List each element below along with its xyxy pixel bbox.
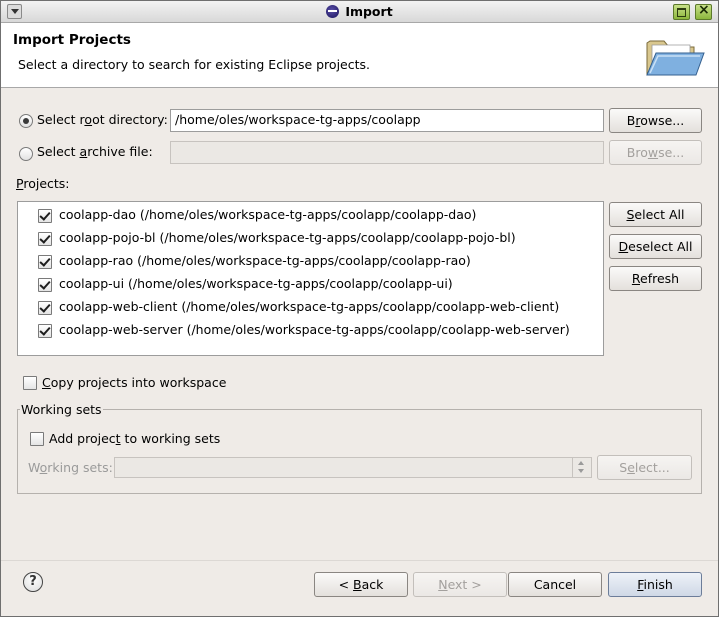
footer-separator — [1, 560, 718, 561]
root-directory-radio[interactable] — [19, 114, 33, 128]
working-sets-combo[interactable] — [114, 457, 592, 478]
select-working-sets-button[interactable]: Select... — [597, 455, 692, 480]
browse-root-button[interactable]: Browse... — [609, 108, 702, 133]
deselect-all-button[interactable]: Deselect All — [609, 234, 702, 259]
working-sets-group-title: Working sets — [20, 402, 103, 417]
project-checkbox[interactable] — [38, 255, 52, 269]
select-all-button[interactable]: Select All — [609, 202, 702, 227]
projects-list[interactable]: coolapp-dao (/home/oles/workspace-tg-app… — [17, 201, 604, 356]
maximize-button[interactable] — [673, 4, 690, 20]
title-bar: Import — [1, 1, 718, 23]
window-title: Import — [1, 4, 718, 19]
wizard-banner: Import Projects Select a directory to se… — [1, 23, 718, 88]
cancel-button[interactable]: Cancel — [508, 572, 602, 597]
project-checkbox[interactable] — [38, 278, 52, 292]
project-checkbox[interactable] — [38, 209, 52, 223]
browse-archive-button[interactable]: Browse... — [609, 140, 702, 165]
archive-file-input[interactable] — [170, 141, 604, 164]
spinner-arrows-icon[interactable] — [572, 458, 591, 477]
copy-projects-checkbox[interactable] — [23, 376, 37, 390]
eclipse-icon — [326, 5, 340, 18]
root-directory-label: Select root directory: — [37, 112, 168, 127]
add-to-working-sets-label: Add project to working sets — [49, 431, 221, 446]
folder-open-icon — [646, 40, 705, 76]
archive-file-radio[interactable] — [19, 147, 33, 161]
next-button[interactable]: Next > — [413, 572, 507, 597]
back-button[interactable]: < Back — [314, 572, 408, 597]
close-button[interactable] — [695, 2, 712, 20]
finish-button[interactable]: Finish — [608, 572, 702, 597]
page-description: Select a directory to search for existin… — [18, 57, 370, 72]
refresh-button[interactable]: Refresh — [609, 266, 702, 291]
copy-projects-label: Copy projects into workspace — [42, 375, 227, 390]
help-icon[interactable]: ? — [23, 572, 43, 592]
working-sets-field-label: Working sets: — [28, 460, 113, 475]
page-title: Import Projects — [13, 32, 131, 48]
root-directory-input[interactable]: /home/oles/workspace-tg-apps/coolapp — [170, 109, 604, 132]
projects-label: Projects: — [16, 176, 70, 191]
add-to-working-sets-checkbox[interactable] — [30, 432, 44, 446]
project-checkbox[interactable] — [38, 324, 52, 338]
project-checkbox[interactable] — [38, 232, 52, 246]
working-sets-group — [17, 409, 702, 494]
project-checkbox[interactable] — [38, 301, 52, 315]
archive-file-label: Select archive file: — [37, 144, 153, 159]
